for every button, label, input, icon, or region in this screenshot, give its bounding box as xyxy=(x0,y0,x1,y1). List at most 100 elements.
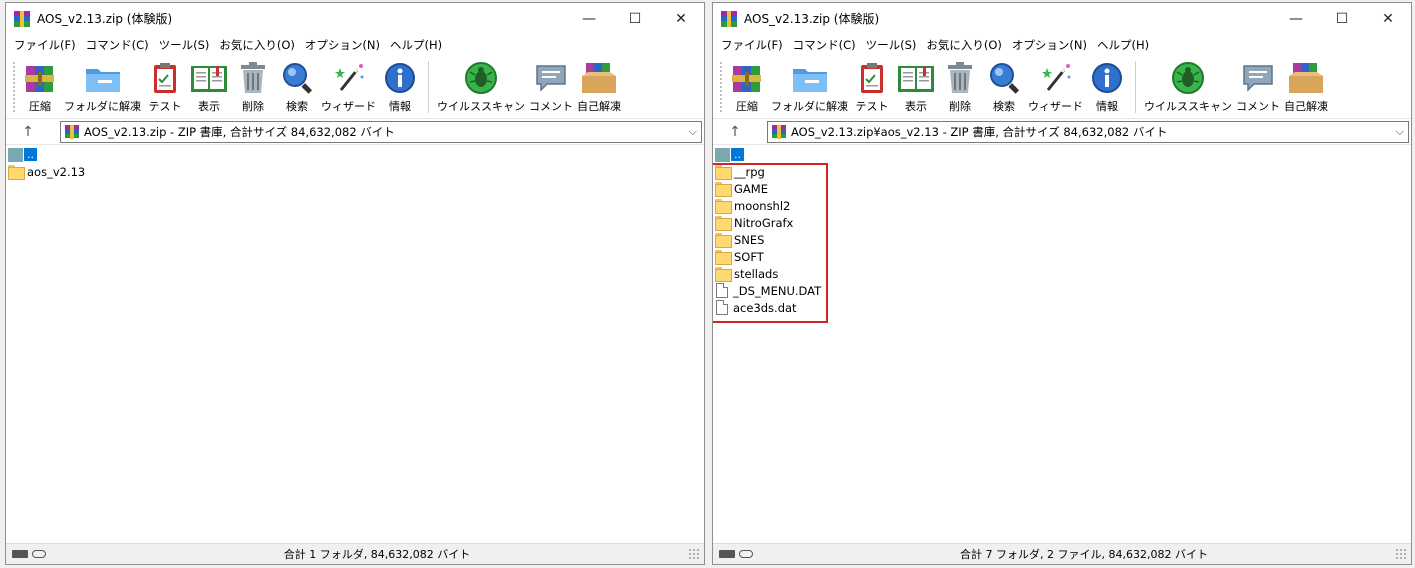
speech-bubble-icon xyxy=(1238,59,1278,97)
box-books-icon xyxy=(579,59,619,97)
parent-folder-row[interactable]: .. xyxy=(713,146,1411,163)
virus-scan-button[interactable]: ウイルススキャン xyxy=(1144,59,1232,114)
menu-help[interactable]: ヘルプ(H) xyxy=(385,34,447,56)
minimize-button[interactable]: — xyxy=(1273,3,1319,34)
open-book-icon xyxy=(896,59,936,97)
chevron-down-icon[interactable]: ⌵ xyxy=(1396,125,1404,139)
status-text: 合計 1 フォルダ, 84,632,082 バイト xyxy=(283,548,471,561)
archive-icon xyxy=(65,124,79,139)
menu-favorites[interactable]: お気に入り(O) xyxy=(921,34,1007,56)
parent-folder-icon xyxy=(715,147,730,162)
menu-file[interactable]: ファイル(F) xyxy=(9,34,81,56)
archive-books-icon xyxy=(20,59,60,97)
folder-extract-icon xyxy=(790,59,830,97)
magnifier-icon xyxy=(984,59,1024,97)
menu-tools[interactable]: ツール(S) xyxy=(154,34,215,56)
magic-wand-icon xyxy=(329,59,369,97)
title-bar[interactable]: AOS_v2.13.zip (体験版) — ☐ ✕ xyxy=(713,3,1411,34)
test-button[interactable]: テスト xyxy=(145,59,185,114)
sfx-button[interactable]: 自己解凍 xyxy=(1284,59,1328,114)
menu-file[interactable]: ファイル(F) xyxy=(716,34,788,56)
parent-folder-icon xyxy=(8,147,23,162)
window-title: AOS_v2.13.zip (体験版) xyxy=(744,12,880,26)
find-button[interactable]: 検索 xyxy=(277,59,317,114)
info-button[interactable]: 情報 xyxy=(380,59,420,114)
chevron-down-icon[interactable]: ⌵ xyxy=(689,125,697,139)
folder-icon xyxy=(8,165,25,180)
view-button[interactable]: 表示 xyxy=(896,59,936,114)
parent-folder-label: .. xyxy=(731,148,744,161)
wizard-button[interactable]: ウィザード xyxy=(1028,59,1083,114)
maximize-button[interactable]: ☐ xyxy=(1319,3,1365,34)
menu-bar: ファイル(F) コマンド(C) ツール(S) お気に入り(O) オプション(N)… xyxy=(6,34,704,56)
parent-folder-row[interactable]: .. xyxy=(6,146,704,163)
menu-tools[interactable]: ツール(S) xyxy=(861,34,922,56)
magnifier-icon xyxy=(277,59,317,97)
close-button[interactable]: ✕ xyxy=(1365,3,1411,34)
path-dropdown[interactable]: AOS_v2.13.zip - ZIP 書庫, 合計サイズ 84,632,082… xyxy=(60,120,702,143)
add-button[interactable]: 圧縮 xyxy=(727,59,767,114)
toolbar-separator xyxy=(428,61,429,113)
winrar-app-icon xyxy=(721,10,737,27)
up-arrow-icon[interactable]: ↑ xyxy=(723,121,747,143)
resize-grip[interactable] xyxy=(1395,548,1407,560)
info-icon xyxy=(1087,59,1127,97)
magic-wand-icon xyxy=(1036,59,1076,97)
drive-icon[interactable] xyxy=(12,550,28,558)
menu-options[interactable]: オプション(N) xyxy=(1007,34,1092,56)
key-icon[interactable] xyxy=(739,550,753,558)
sfx-button[interactable]: 自己解凍 xyxy=(577,59,621,114)
title-bar[interactable]: AOS_v2.13.zip (体験版) — ☐ ✕ xyxy=(6,3,704,34)
folder-extract-icon xyxy=(83,59,123,97)
comment-button[interactable]: コメント xyxy=(1236,59,1280,114)
minimize-button[interactable]: — xyxy=(566,3,612,34)
parent-folder-label: .. xyxy=(24,148,37,161)
wizard-button[interactable]: ウィザード xyxy=(321,59,376,114)
test-button[interactable]: テスト xyxy=(852,59,892,114)
address-bar: ↑ AOS_v2.13.zip - ZIP 書庫, 合計サイズ 84,632,0… xyxy=(6,119,704,145)
up-arrow-icon[interactable]: ↑ xyxy=(16,121,40,143)
winrar-window-right: AOS_v2.13.zip (体験版) — ☐ ✕ ファイル(F) コマンド(C… xyxy=(712,2,1412,565)
maximize-button[interactable]: ☐ xyxy=(612,3,658,34)
open-book-icon xyxy=(189,59,229,97)
file-name: aos_v2.13 xyxy=(27,164,86,179)
add-button[interactable]: 圧縮 xyxy=(20,59,60,114)
status-bar: 合計 7 フォルダ, 2 ファイル, 84,632,082 バイト xyxy=(713,543,1411,564)
extract-to-button[interactable]: フォルダに解凍 xyxy=(771,59,848,114)
path-text: AOS_v2.13.zip - ZIP 書庫, 合計サイズ 84,632,082… xyxy=(84,124,395,139)
archive-books-icon xyxy=(727,59,767,97)
list-item[interactable]: aos_v2.13 xyxy=(6,163,704,180)
find-button[interactable]: 検索 xyxy=(984,59,1024,114)
info-button[interactable]: 情報 xyxy=(1087,59,1127,114)
toolbar-grip[interactable] xyxy=(12,61,16,113)
toolbar-grip[interactable] xyxy=(719,61,723,113)
delete-button[interactable]: 削除 xyxy=(233,59,273,114)
toolbar: 圧縮 フォルダに解凍 テスト 表示 削除 検索 ウィザード 情報 ウイルススキャ… xyxy=(713,56,1411,119)
path-dropdown[interactable]: AOS_v2.13.zip¥aos_v2.13 - ZIP 書庫, 合計サイズ … xyxy=(767,120,1409,143)
toolbar-separator xyxy=(1135,61,1136,113)
info-icon xyxy=(380,59,420,97)
menu-options[interactable]: オプション(N) xyxy=(300,34,385,56)
delete-button[interactable]: 削除 xyxy=(940,59,980,114)
extract-to-button[interactable]: フォルダに解凍 xyxy=(64,59,141,114)
toolbar: 圧縮 フォルダに解凍 テスト 表示 削除 検索 ウィザード 情報 ウイルススキャ… xyxy=(6,56,704,119)
address-bar: ↑ AOS_v2.13.zip¥aos_v2.13 - ZIP 書庫, 合計サイ… xyxy=(713,119,1411,145)
box-books-icon xyxy=(1286,59,1326,97)
resize-grip[interactable] xyxy=(688,548,700,560)
close-button[interactable]: ✕ xyxy=(658,3,704,34)
key-icon[interactable] xyxy=(32,550,46,558)
file-list[interactable]: .. aos_v2.13 xyxy=(6,146,704,543)
menu-command[interactable]: コマンド(C) xyxy=(81,34,154,56)
menu-help[interactable]: ヘルプ(H) xyxy=(1092,34,1154,56)
virus-scan-button[interactable]: ウイルススキャン xyxy=(437,59,525,114)
trash-can-icon xyxy=(940,59,980,97)
drive-icon[interactable] xyxy=(719,550,735,558)
archive-icon xyxy=(772,124,786,139)
view-button[interactable]: 表示 xyxy=(189,59,229,114)
comment-button[interactable]: コメント xyxy=(529,59,573,114)
file-list[interactable]: .. __rpg GAME moonshl2 NitroGrafx SNES S… xyxy=(713,146,1411,543)
menu-command[interactable]: コマンド(C) xyxy=(788,34,861,56)
menu-favorites[interactable]: お気に入り(O) xyxy=(214,34,300,56)
path-text: AOS_v2.13.zip¥aos_v2.13 - ZIP 書庫, 合計サイズ … xyxy=(791,124,1168,139)
bug-icon xyxy=(1168,59,1208,97)
